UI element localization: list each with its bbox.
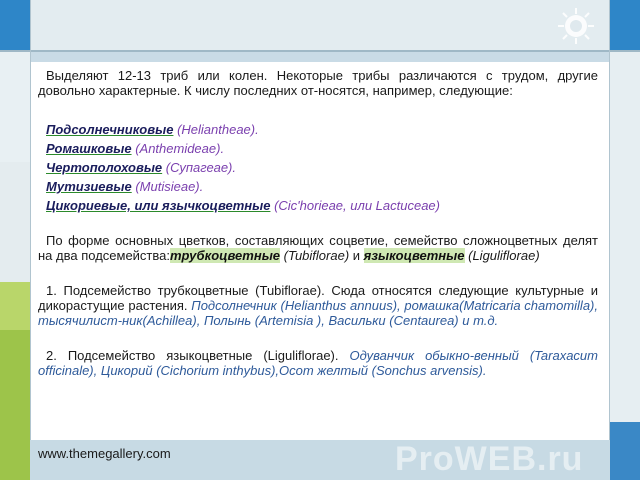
tribe-latin: (Cic'horieae, или Lactuceae) bbox=[274, 198, 440, 213]
decor-block bbox=[0, 282, 30, 330]
list-item: Ромашковые (Anthemideae). bbox=[46, 139, 598, 158]
tribe-name: Мутизиевые bbox=[46, 179, 132, 194]
tribe-latin: (Mutisieae). bbox=[135, 179, 204, 194]
tribe-name: Цикориевые, или язычкоцветные bbox=[46, 198, 271, 213]
tribe-latin: (Супагеае). bbox=[165, 160, 236, 175]
tribe-name: Подсолнечниковые bbox=[46, 122, 174, 137]
subfamily-latin: (Liguliflorae) bbox=[468, 248, 540, 263]
subfamily-1-paragraph: 1. Подсемейство трубкоцветные (Tubiflora… bbox=[38, 283, 598, 328]
decor-block bbox=[0, 330, 30, 480]
subfamily-term: языкоцветные bbox=[363, 248, 465, 263]
list-item: Мутизиевые (Mutisieae). bbox=[46, 177, 598, 196]
decor-block bbox=[610, 52, 640, 422]
list-item: Подсолнечниковые (Heliantheae). bbox=[46, 120, 598, 139]
decor-block bbox=[0, 52, 30, 162]
tribe-latin: (Heliantheae). bbox=[177, 122, 259, 137]
subfamily-latin: (Tubiflorae) bbox=[280, 248, 350, 263]
subfamily-term: трубкоцветные bbox=[170, 248, 281, 263]
tribe-list: Подсолнечниковые (Heliantheae). Ромашков… bbox=[38, 120, 598, 215]
top-banner bbox=[30, 0, 610, 50]
sparkle-logo-icon bbox=[558, 8, 594, 44]
paragraph-text: 2. Подсемейство языкоцветные (Liguliflor… bbox=[46, 348, 339, 363]
subfamily-2-paragraph: 2. Подсемейство языкоцветные (Liguliflor… bbox=[38, 348, 598, 378]
tribe-latin: (Anthemideae). bbox=[135, 141, 225, 156]
divider bbox=[0, 50, 640, 52]
footer-site-url: www.themegallery.com bbox=[38, 446, 171, 461]
tribe-name: Чертополоховые bbox=[46, 160, 163, 175]
tribe-name: Ромашковые bbox=[46, 141, 132, 156]
division-paragraph: По форме основных цветков, составляющих … bbox=[38, 233, 598, 263]
decor-block bbox=[0, 0, 30, 50]
decor-block bbox=[610, 0, 640, 50]
intro-paragraph: Выделяют 12-13 триб или колен. Некоторые… bbox=[38, 68, 598, 98]
list-item: Цикориевые, или язычкоцветные (Cic'horie… bbox=[46, 196, 598, 215]
divider bbox=[609, 0, 610, 480]
decor-block bbox=[0, 162, 30, 282]
conjunction: и bbox=[352, 248, 361, 263]
list-item: Чертополоховые (Супагеае). bbox=[46, 158, 598, 177]
slide-body: Выделяют 12-13 триб или колен. Некоторые… bbox=[38, 68, 598, 378]
watermark: ProWEB.ru bbox=[395, 440, 584, 478]
